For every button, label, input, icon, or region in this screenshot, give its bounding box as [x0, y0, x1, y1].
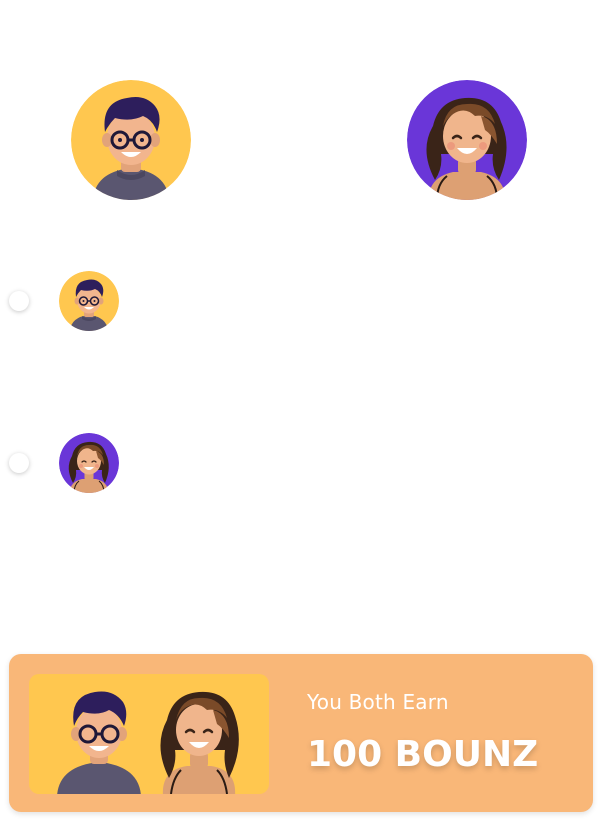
option-avatar-girl [59, 433, 119, 493]
option-row-boy[interactable] [0, 268, 602, 334]
boy-avatar-icon [59, 271, 119, 331]
referee-avatar [407, 80, 527, 200]
referrer-avatar [71, 80, 191, 200]
girl-avatar-icon [59, 433, 119, 493]
reward-amount: 100 BOUNZ [307, 734, 539, 775]
reward-label: You Both Earn [307, 690, 449, 714]
radio-button-boy[interactable] [9, 291, 29, 311]
friends-pair-icon [29, 674, 269, 794]
reward-card: You Both Earn 100 BOUNZ [9, 654, 593, 812]
friends-illustration [29, 674, 269, 794]
radio-button-girl[interactable] [9, 453, 29, 473]
girl-avatar-icon [407, 80, 527, 200]
option-row-girl[interactable] [0, 430, 602, 496]
boy-avatar-icon [71, 80, 191, 200]
option-avatar-boy [59, 271, 119, 331]
